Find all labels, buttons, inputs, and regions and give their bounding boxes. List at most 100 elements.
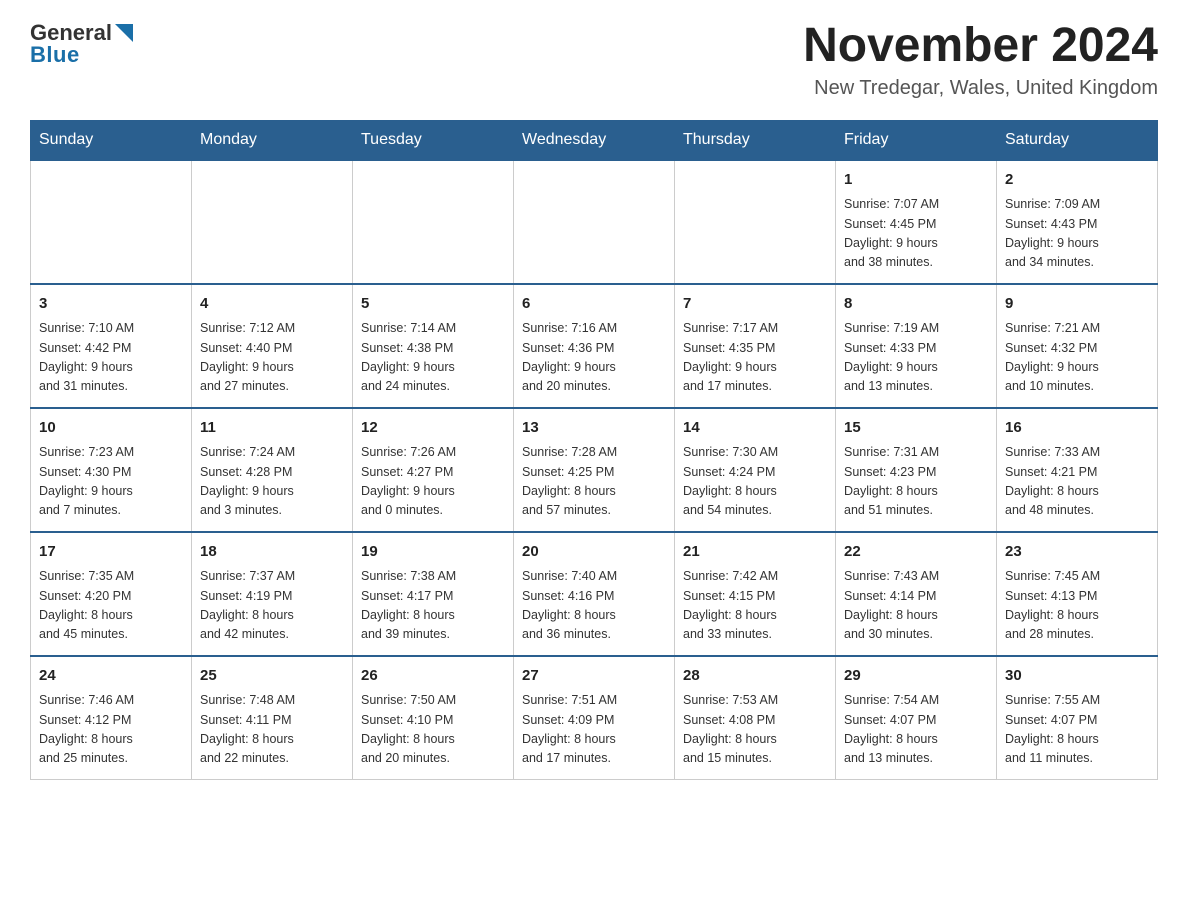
logo-triangle-icon	[115, 24, 133, 42]
day-number: 10	[39, 417, 183, 440]
table-row: 12Sunrise: 7:26 AM Sunset: 4:27 PM Dayli…	[353, 408, 514, 532]
title-block: November 2024 New Tredegar, Wales, Unite…	[803, 20, 1158, 100]
day-info: Sunrise: 7:31 AM Sunset: 4:23 PM Dayligh…	[844, 443, 988, 521]
day-info: Sunrise: 7:48 AM Sunset: 4:11 PM Dayligh…	[200, 691, 344, 769]
table-row: 29 Sunrise: 7:54 AM Sunset: 4:07 PM Dayli…	[836, 656, 997, 780]
day-number: 23	[1005, 541, 1149, 564]
table-row: 1 Sunrise: 7:07 AM Sunset: 4:45 PM Daylig…	[836, 160, 997, 284]
day-number: 27	[522, 665, 666, 688]
day-info: Sunrise: 7:24 AM Sunset: 4:28 PM Dayligh…	[200, 443, 344, 521]
day-info: Sunrise: 7:53 AM Sunset: 4:08 PM Dayligh…	[683, 691, 827, 769]
day-number: 13	[522, 417, 666, 440]
day-number: 25	[200, 665, 344, 688]
table-row: 13 Sunrise: 7:28 AM Sunset: 4:25 PM Dayli…	[514, 408, 675, 532]
header-wednesday: Wednesday	[514, 120, 675, 160]
day-number: 6	[522, 293, 666, 316]
day-number: 20	[522, 541, 666, 564]
day-number: 1	[844, 169, 988, 192]
day-number: 11	[200, 417, 344, 440]
day-info: Sunrise: 7:14 AM Sunset: 4:38 PM Dayligh…	[361, 319, 505, 397]
header-tuesday: Tuesday	[353, 120, 514, 160]
table-row: 22 Sunrise: 7:43 AM Sunset: 4:14 PM Dayli…	[836, 532, 997, 656]
day-number: 4	[200, 293, 344, 316]
day-number: 9	[1005, 293, 1149, 316]
table-row: 23 Sunrise: 7:45 AM Sunset: 4:13 PM Dayli…	[997, 532, 1158, 656]
week-row-2: 3 Sunrise: 7:10 AM Sunset: 4:42 PM Daylig…	[31, 284, 1158, 408]
table-row: 8 Sunrise: 7:19 AM Sunset: 4:33 PM Daylig…	[836, 284, 997, 408]
table-row: 21 Sunrise: 7:42 AM Sunset: 4:15 PM Dayli…	[675, 532, 836, 656]
week-row-5: 24 Sunrise: 7:46 AM Sunset: 4:12 PM Dayli…	[31, 656, 1158, 780]
table-row: 15Sunrise: 7:31 AM Sunset: 4:23 PM Dayli…	[836, 408, 997, 532]
day-info: Sunrise: 7:45 AM Sunset: 4:13 PM Dayligh…	[1005, 567, 1149, 645]
weekday-header-row: Sunday Monday Tuesday Wednesday Thursday…	[31, 120, 1158, 160]
day-info: Sunrise: 7:28 AM Sunset: 4:25 PM Dayligh…	[522, 443, 666, 521]
week-row-3: 10Sunrise: 7:23 AM Sunset: 4:30 PM Dayli…	[31, 408, 1158, 532]
table-row: 2 Sunrise: 7:09 AM Sunset: 4:43 PM Daylig…	[997, 160, 1158, 284]
day-number: 29	[844, 665, 988, 688]
day-number: 26	[361, 665, 505, 688]
table-row: 14Sunrise: 7:30 AM Sunset: 4:24 PM Dayli…	[675, 408, 836, 532]
table-row: 10Sunrise: 7:23 AM Sunset: 4:30 PM Dayli…	[31, 408, 192, 532]
header-friday: Friday	[836, 120, 997, 160]
day-info: Sunrise: 7:30 AM Sunset: 4:24 PM Dayligh…	[683, 443, 827, 521]
table-row	[31, 160, 192, 284]
table-row	[514, 160, 675, 284]
day-number: 3	[39, 293, 183, 316]
day-info: Sunrise: 7:09 AM Sunset: 4:43 PM Dayligh…	[1005, 195, 1149, 273]
day-info: Sunrise: 7:40 AM Sunset: 4:16 PM Dayligh…	[522, 567, 666, 645]
table-row: 6 Sunrise: 7:16 AM Sunset: 4:36 PM Daylig…	[514, 284, 675, 408]
day-info: Sunrise: 7:35 AM Sunset: 4:20 PM Dayligh…	[39, 567, 183, 645]
day-info: Sunrise: 7:21 AM Sunset: 4:32 PM Dayligh…	[1005, 319, 1149, 397]
day-number: 28	[683, 665, 827, 688]
table-row: 19Sunrise: 7:38 AM Sunset: 4:17 PM Dayli…	[353, 532, 514, 656]
table-row: 4 Sunrise: 7:12 AM Sunset: 4:40 PM Daylig…	[192, 284, 353, 408]
day-number: 7	[683, 293, 827, 316]
day-info: Sunrise: 7:19 AM Sunset: 4:33 PM Dayligh…	[844, 319, 988, 397]
day-number: 30	[1005, 665, 1149, 688]
table-row: 16Sunrise: 7:33 AM Sunset: 4:21 PM Dayli…	[997, 408, 1158, 532]
day-number: 24	[39, 665, 183, 688]
table-row: 11 Sunrise: 7:24 AM Sunset: 4:28 PM Dayli…	[192, 408, 353, 532]
day-number: 18	[200, 541, 344, 564]
table-row	[353, 160, 514, 284]
month-title: November 2024	[803, 20, 1158, 73]
day-number: 2	[1005, 169, 1149, 192]
location-text: New Tredegar, Wales, United Kingdom	[803, 77, 1158, 100]
day-info: Sunrise: 7:33 AM Sunset: 4:21 PM Dayligh…	[1005, 443, 1149, 521]
table-row: 20 Sunrise: 7:40 AM Sunset: 4:16 PM Dayli…	[514, 532, 675, 656]
day-number: 5	[361, 293, 505, 316]
table-row: 7 Sunrise: 7:17 AM Sunset: 4:35 PM Daylig…	[675, 284, 836, 408]
table-row: 18Sunrise: 7:37 AM Sunset: 4:19 PM Dayli…	[192, 532, 353, 656]
day-info: Sunrise: 7:17 AM Sunset: 4:35 PM Dayligh…	[683, 319, 827, 397]
day-number: 12	[361, 417, 505, 440]
day-info: Sunrise: 7:46 AM Sunset: 4:12 PM Dayligh…	[39, 691, 183, 769]
week-row-4: 17Sunrise: 7:35 AM Sunset: 4:20 PM Dayli…	[31, 532, 1158, 656]
header-thursday: Thursday	[675, 120, 836, 160]
table-row: 5 Sunrise: 7:14 AM Sunset: 4:38 PM Daylig…	[353, 284, 514, 408]
day-info: Sunrise: 7:16 AM Sunset: 4:36 PM Dayligh…	[522, 319, 666, 397]
table-row: 26 Sunrise: 7:50 AM Sunset: 4:10 PM Dayli…	[353, 656, 514, 780]
day-info: Sunrise: 7:43 AM Sunset: 4:14 PM Dayligh…	[844, 567, 988, 645]
table-row: 30 Sunrise: 7:55 AM Sunset: 4:07 PM Dayli…	[997, 656, 1158, 780]
logo: General Blue	[30, 20, 133, 68]
day-info: Sunrise: 7:10 AM Sunset: 4:42 PM Dayligh…	[39, 319, 183, 397]
day-number: 8	[844, 293, 988, 316]
header-sunday: Sunday	[31, 120, 192, 160]
day-info: Sunrise: 7:55 AM Sunset: 4:07 PM Dayligh…	[1005, 691, 1149, 769]
day-info: Sunrise: 7:50 AM Sunset: 4:10 PM Dayligh…	[361, 691, 505, 769]
day-info: Sunrise: 7:54 AM Sunset: 4:07 PM Dayligh…	[844, 691, 988, 769]
header-saturday: Saturday	[997, 120, 1158, 160]
day-info: Sunrise: 7:07 AM Sunset: 4:45 PM Dayligh…	[844, 195, 988, 273]
day-number: 21	[683, 541, 827, 564]
day-info: Sunrise: 7:12 AM Sunset: 4:40 PM Dayligh…	[200, 319, 344, 397]
table-row: 9 Sunrise: 7:21 AM Sunset: 4:32 PM Daylig…	[997, 284, 1158, 408]
day-number: 22	[844, 541, 988, 564]
day-info: Sunrise: 7:38 AM Sunset: 4:17 PM Dayligh…	[361, 567, 505, 645]
day-info: Sunrise: 7:42 AM Sunset: 4:15 PM Dayligh…	[683, 567, 827, 645]
table-row: 3 Sunrise: 7:10 AM Sunset: 4:42 PM Daylig…	[31, 284, 192, 408]
calendar-table: Sunday Monday Tuesday Wednesday Thursday…	[30, 120, 1158, 780]
table-row	[675, 160, 836, 284]
table-row: 25 Sunrise: 7:48 AM Sunset: 4:11 PM Dayli…	[192, 656, 353, 780]
table-row: 17Sunrise: 7:35 AM Sunset: 4:20 PM Dayli…	[31, 532, 192, 656]
logo-blue-text: Blue	[30, 42, 80, 68]
